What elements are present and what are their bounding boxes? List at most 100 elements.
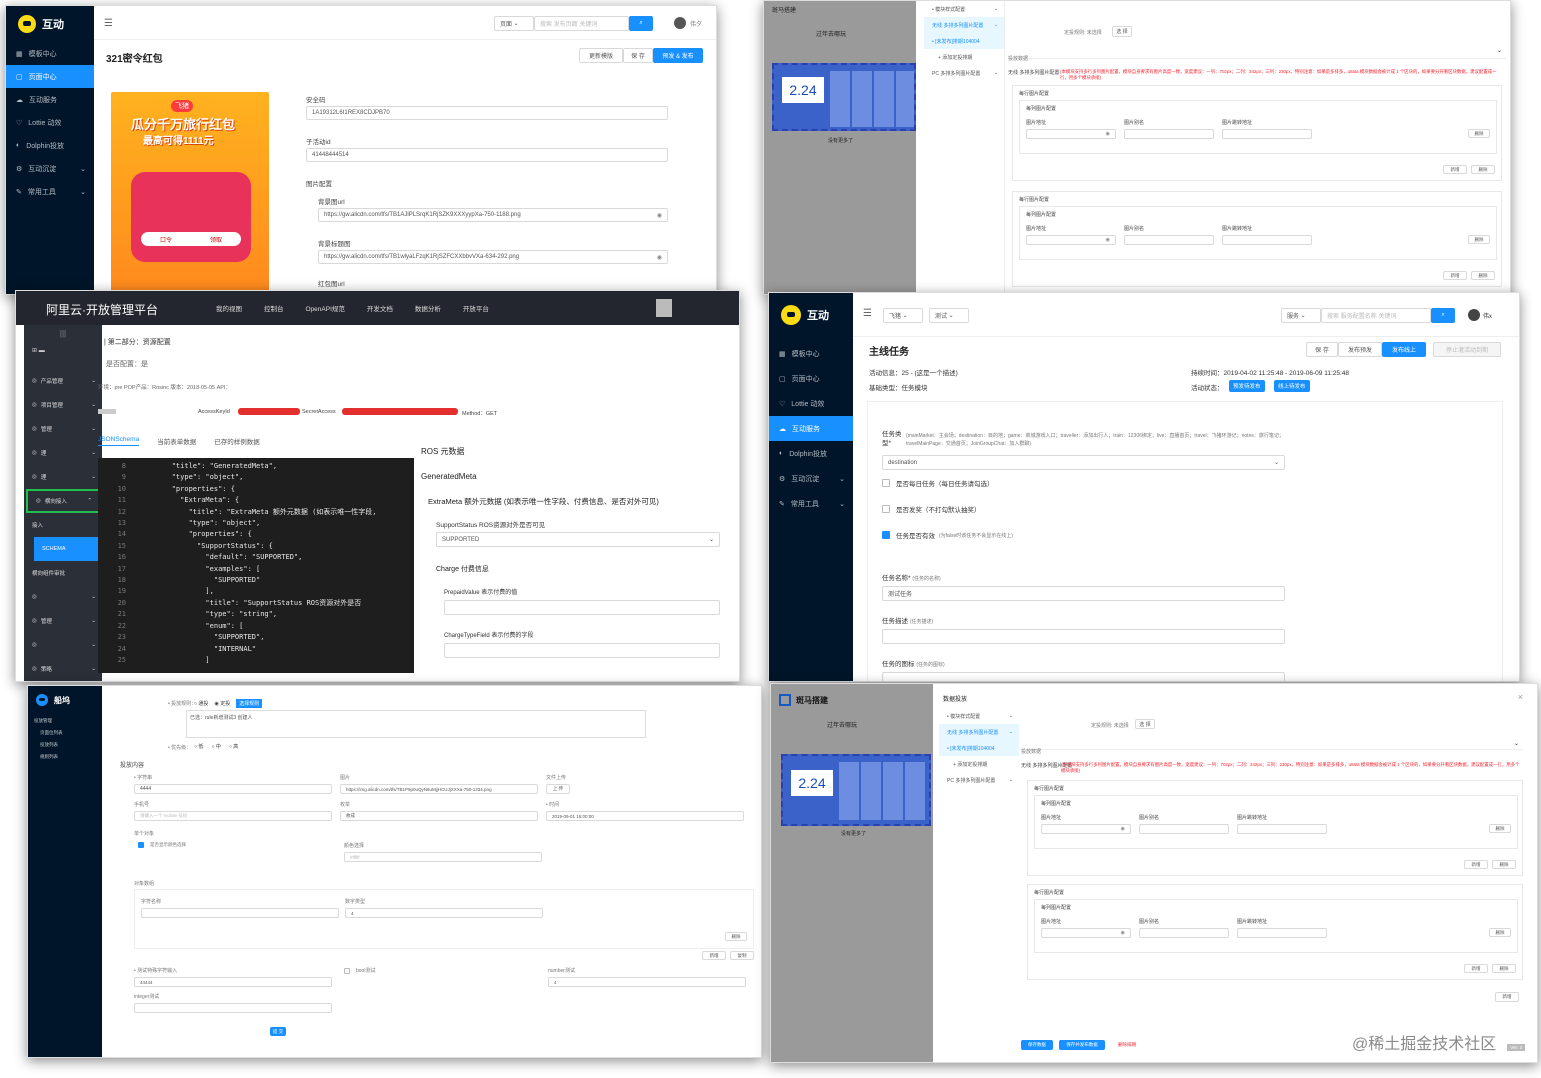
delete-column-button[interactable]: 删除 [1489, 928, 1511, 937]
tab[interactable]: 当前表单数据 [157, 436, 196, 446]
topnav-item[interactable]: 控制台 [264, 303, 284, 313]
eye-icon[interactable]: ◉ [657, 212, 662, 219]
sidebar-item[interactable]: 接入 [24, 513, 102, 537]
save-button[interactable]: 保 存 [623, 48, 653, 63]
sidebar-item[interactable]: 投放管理 [28, 718, 102, 730]
delete-row-button[interactable]: 删除 [1492, 964, 1516, 973]
eye-icon[interactable]: ◉ [1106, 237, 1110, 243]
sidebar-item[interactable]: ◎ 理 ⌄ [24, 441, 102, 465]
filter-select-1[interactable]: 飞猪 ⌄ [883, 308, 923, 323]
tree-item[interactable]: PC 多排多列图片配置 ⌄ [924, 65, 1004, 81]
tree-item[interactable]: + 添加定投排期 [924, 49, 1004, 65]
delete-column-button[interactable]: 删除 [1489, 824, 1511, 833]
sidebar-item[interactable]: ☁ 互动服务 [6, 88, 94, 111]
add-column-button[interactable]: 新增 [1443, 271, 1467, 280]
submit-button[interactable]: 提 交 [270, 1027, 286, 1036]
publish-online-button[interactable]: 发布线上 [1382, 342, 1426, 357]
sidebar-item[interactable]: ♡ Lottie 动效 [769, 391, 853, 416]
publish-button[interactable]: 预发 & 发布 [653, 48, 703, 63]
sidebar-item[interactable]: ☁ 互动服务 [769, 416, 853, 441]
mobile-input[interactable]: 请输入一个 mobile 号码 [134, 811, 332, 821]
column-input[interactable] [1124, 235, 1214, 245]
enum-select[interactable]: 枚成 [340, 811, 538, 821]
task-checkbox[interactable]: 是否每日任务（每日任务请勾选） [882, 478, 994, 488]
task-checkbox[interactable]: 是否发奖（不打勾默认抽奖） [882, 504, 981, 514]
sidebar-item[interactable]: 规则列表 [28, 754, 102, 766]
search-button[interactable]: ⌕ [1431, 308, 1455, 323]
avatar[interactable] [1468, 309, 1480, 321]
column-input[interactable] [1139, 824, 1229, 834]
avatar[interactable] [674, 17, 686, 29]
sidebar-item[interactable]: ⚙ 互动沉淀 ⌄ [6, 157, 94, 180]
select-rule-button[interactable]: 选择规则 [236, 699, 263, 708]
sidebar-item[interactable]: 横向组件审批 [24, 561, 102, 585]
sidebar-item[interactable]: ◎ 管理 ⌄ [24, 417, 102, 441]
upload-button[interactable]: 上 传 [546, 784, 570, 794]
sidebar-item[interactable]: ▦ 模板中心 [769, 341, 853, 366]
sidebar-item[interactable]: ◐ Dolphin投放 [6, 134, 94, 157]
search-input[interactable]: 搜索 服务配置名称 关键词 [1321, 308, 1431, 323]
delete-item-button[interactable]: 删除 [725, 932, 747, 941]
column-input[interactable] [1139, 928, 1229, 938]
task-checkbox[interactable]: 任务是否有效 (为false时该任务不会显示在线上) [882, 530, 1013, 540]
eye-icon[interactable]: ◉ [1106, 131, 1110, 137]
num-input[interactable]: 4 [345, 908, 543, 918]
tree-item[interactable]: PC 多排多列图片配置 ⌄ [939, 772, 1019, 788]
save-button[interactable]: 保 存 [1306, 342, 1338, 357]
tree-item[interactable]: • 模块样式配置 ⌄ [924, 1, 1004, 17]
special-input[interactable]: 44444 [134, 977, 332, 987]
menu-item[interactable]: ⊞ ▬ [24, 347, 102, 369]
eye-icon[interactable]: ◉ [1121, 826, 1125, 832]
avatar[interactable] [656, 299, 672, 317]
search-button[interactable]: ⌕ [629, 16, 653, 31]
tree-item[interactable]: 无线 多排多列图片配置 ⌄ [939, 724, 1019, 740]
sidebar-item[interactable]: ⚙ 互动沉淀 ⌄ [769, 466, 853, 491]
rule-radios[interactable]: ○ 通投 ◉ 定投 选择规则 [194, 699, 263, 708]
menu-fold-icon[interactable]: ☰ [863, 308, 872, 319]
sidebar-item[interactable]: 投放列表 [28, 742, 102, 754]
select-rule-button[interactable]: 选 择 [1135, 719, 1155, 729]
field-input[interactable]: https://gw.alicdn.com/tfs/TB1wlyaLFzqK1R… [318, 250, 668, 264]
field-input[interactable]: 41448444514 [306, 148, 668, 162]
update-template-button[interactable]: 更新模版 [579, 48, 623, 63]
topnav-item[interactable]: 数据分析 [415, 303, 441, 313]
tab[interactable]: 已存的样例数据 [214, 436, 260, 446]
topnav-item[interactable]: 开放平台 [463, 303, 489, 313]
column-input[interactable] [1222, 235, 1312, 245]
priority-radios[interactable]: ○ 低 ○ 中 ○ 高 [194, 743, 238, 750]
save-data-button[interactable]: 保存数据 [1021, 1040, 1053, 1050]
delete-column-button[interactable]: 删除 [1468, 235, 1490, 244]
column-input[interactable]: ◉ [1026, 129, 1116, 139]
checkbox-icon[interactable] [882, 531, 890, 539]
time-input[interactable]: 2019-09-01 16:00:00 [546, 811, 744, 821]
stop-button[interactable]: 停止灌活动到期 [1433, 342, 1501, 357]
checkbox-icon[interactable] [882, 505, 890, 513]
add-column-button[interactable]: 新增 [1464, 964, 1488, 973]
close-icon[interactable]: × [1518, 692, 1523, 702]
column-input[interactable] [1237, 824, 1327, 834]
integer-input[interactable] [134, 1003, 332, 1013]
add-column-button[interactable]: 新增 [1464, 860, 1488, 869]
select-rule-button[interactable]: 选 择 [1112, 26, 1132, 37]
menu-fold-icon[interactable]: ☰ [104, 18, 113, 29]
sidebar-item[interactable]: ◎ ⌄ [24, 585, 102, 609]
sidebar-item[interactable]: ♡ Lottie 动效 [6, 111, 94, 134]
task-name-input[interactable]: 测试任务 [882, 586, 1285, 601]
sidebar-item[interactable]: ▢ 页面中心 [769, 366, 853, 391]
sidebar-item[interactable]: ▢ 页面中心 [6, 65, 94, 88]
color-checkbox[interactable]: 是否显示颜色选择 [138, 842, 186, 848]
sidebar-item[interactable]: ◎ 产品管理 ⌄ [24, 369, 102, 393]
publish-pre-button[interactable]: 发布预发 [1338, 342, 1382, 357]
checkbox-icon[interactable] [882, 479, 890, 487]
prepaid-input[interactable] [444, 600, 720, 615]
save-publish-button[interactable]: 保存并发布数据 [1059, 1040, 1105, 1050]
sidebar-item[interactable]: 页面位列表 [28, 730, 102, 742]
copy-item-button[interactable]: 复制 [730, 951, 754, 960]
color-input[interactable]: #ffffff [344, 852, 542, 862]
charge-type-input[interactable] [444, 643, 720, 658]
sidebar-item[interactable]: ◎ 管理 ⌄ [24, 609, 102, 633]
name-input[interactable] [141, 908, 339, 918]
eye-icon[interactable]: ◉ [657, 254, 662, 261]
topnav-item[interactable]: 我的视图 [216, 303, 242, 313]
field-input[interactable]: 1A19312L6I1REX8CDJPB70 [306, 106, 668, 120]
